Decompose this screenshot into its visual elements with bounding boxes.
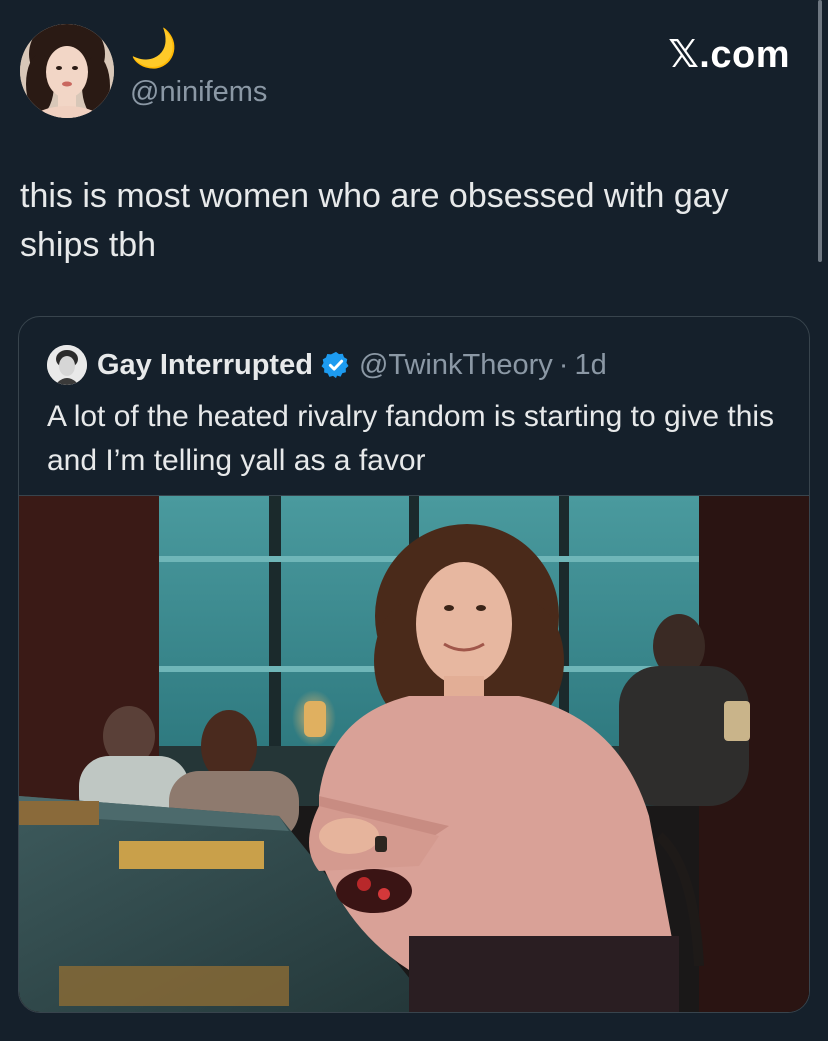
- separator-dot: ·: [558, 348, 569, 381]
- author-handle[interactable]: @ninifems: [130, 76, 267, 109]
- verified-badge-icon: [321, 350, 351, 380]
- quoted-tweet-time[interactable]: 1d: [574, 349, 606, 382]
- quoted-tweet-text: A lot of the heated rivalry fandom is st…: [47, 400, 775, 477]
- quoted-tweet-card[interactable]: Gay Interrupted @TwinkTheory · 1d A lot …: [18, 316, 810, 1013]
- scrollbar[interactable]: [818, 0, 822, 262]
- tweet-text: this is most women who are obsessed with…: [20, 177, 729, 264]
- tweet-screenshot: 🌙 @ninifems 𝕏.com this is most women who…: [0, 0, 828, 1041]
- author-avatar[interactable]: [20, 24, 114, 118]
- quoted-author-avatar[interactable]: [47, 345, 87, 385]
- author-display-name[interactable]: 🌙: [130, 26, 177, 70]
- quoted-tweet-image[interactable]: [19, 495, 809, 1012]
- quoted-author-name[interactable]: Gay Interrupted: [97, 349, 313, 382]
- quoted-tweet-header: Gay Interrupted @TwinkTheory · 1d: [47, 345, 607, 385]
- quoted-author-handle[interactable]: @TwinkTheory: [359, 349, 553, 382]
- brand-watermark: 𝕏.com: [668, 34, 790, 76]
